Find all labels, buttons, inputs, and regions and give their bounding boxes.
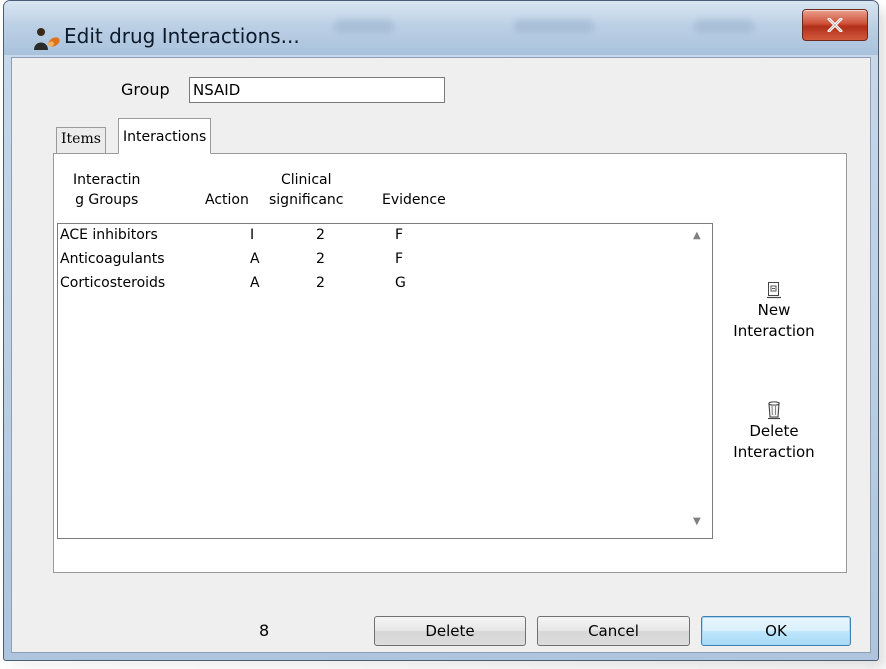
list-item[interactable]: Anticoagulants A 2 F (58, 248, 688, 272)
tab-items[interactable]: Items (56, 127, 106, 153)
cell-group: Corticosteroids (60, 275, 166, 291)
interactions-panel: Interactin g Groups Action Clinical sign… (53, 153, 847, 573)
cell-group: ACE inhibitors (60, 227, 158, 243)
blurred-background-text (334, 19, 394, 33)
column-header-interacting-groups[interactable]: Interactin g Groups (73, 170, 140, 210)
list-item[interactable]: ACE inhibitors I 2 F (58, 224, 688, 248)
title-bar[interactable]: Edit drug Interactions... (4, 1, 878, 55)
close-x-icon (827, 18, 843, 32)
cell-evidence: F (395, 251, 404, 267)
record-count: 8 (259, 621, 270, 640)
dialog-window: Edit drug Interactions... Group Items In… (3, 0, 879, 661)
delete-button[interactable]: Delete (374, 616, 526, 646)
list-item[interactable]: Corticosteroids A 2 G (58, 272, 688, 296)
group-label: Group (121, 80, 170, 99)
dialog-client-area: Group Items Interactions Interactin g Gr… (11, 57, 871, 653)
trash-can-icon (768, 401, 780, 420)
cell-group: Anticoagulants (60, 251, 165, 267)
cell-evidence: G (395, 275, 406, 291)
column-header-clinical-significance[interactable]: Clinical significanc (269, 170, 344, 210)
cancel-button[interactable]: Cancel (537, 616, 690, 646)
blurred-background-text (514, 19, 594, 33)
window-title: Edit drug Interactions... (64, 24, 300, 48)
cell-action: I (250, 227, 255, 243)
cell-action: A (250, 251, 260, 267)
triangle-up-icon[interactable]: ▲ (693, 230, 701, 241)
close-button[interactable] (802, 9, 868, 41)
delete-interaction-button[interactable]: Delete Interaction (724, 400, 824, 463)
cell-action: A (250, 275, 260, 291)
ok-button[interactable]: OK (701, 616, 851, 646)
group-input[interactable] (189, 77, 445, 103)
interactions-list[interactable]: ACE inhibitors I 2 F Anticoagulants A 2 … (57, 223, 713, 539)
cell-significance: 2 (316, 251, 325, 267)
blurred-background-text (694, 19, 754, 33)
cell-evidence: F (395, 227, 404, 243)
pill-person-icon (34, 28, 60, 50)
cell-significance: 2 (316, 275, 325, 291)
new-interaction-button[interactable]: New Interaction (724, 281, 824, 342)
column-header-evidence[interactable]: Evidence (382, 190, 446, 210)
tab-interactions[interactable]: Interactions (118, 118, 212, 154)
cell-significance: 2 (316, 227, 325, 243)
column-header-action[interactable]: Action (205, 190, 249, 210)
new-document-icon (767, 282, 781, 299)
triangle-down-icon[interactable]: ▼ (693, 516, 701, 527)
